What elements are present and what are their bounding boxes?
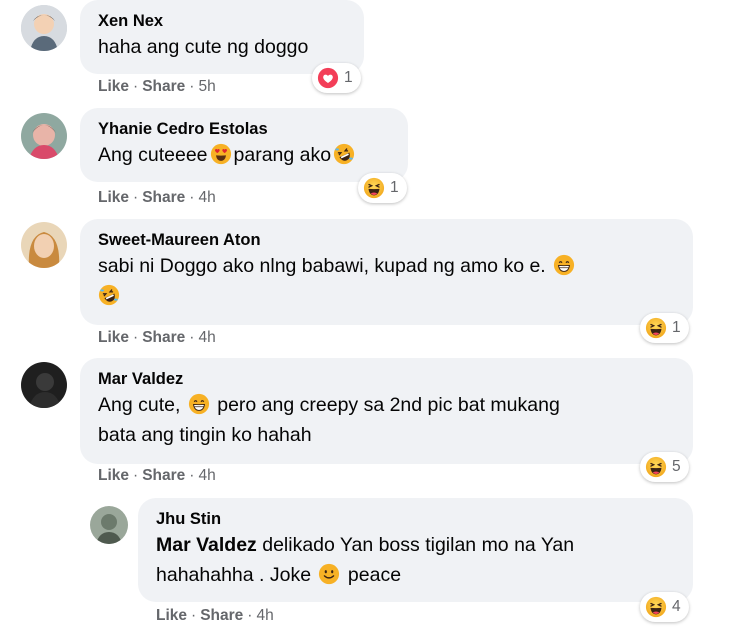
reaction-count: 1 [344, 69, 353, 86]
share-button[interactable]: Share [142, 189, 185, 206]
reaction-count: 5 [672, 458, 681, 475]
avatar[interactable] [21, 362, 67, 408]
separator: · [189, 189, 195, 206]
comment-author[interactable]: Mar Valdez [98, 368, 677, 390]
avatar[interactable] [90, 506, 128, 544]
separator: · [189, 329, 195, 346]
rofl-emoji-icon [98, 284, 120, 306]
comment-author[interactable]: Xen Nex [98, 10, 348, 32]
timestamp[interactable]: 4h [256, 607, 273, 624]
heart-eyes-emoji-icon [210, 143, 232, 165]
text-segment: hahahahha . Joke [156, 564, 312, 586]
like-button[interactable]: Like [156, 607, 187, 624]
avatar-image-icon [21, 222, 67, 268]
comment-author[interactable]: Yhanie Cedro Estolas [98, 118, 392, 140]
avatar[interactable] [21, 222, 67, 268]
haha-icon [645, 596, 667, 618]
reaction-count: 1 [672, 319, 681, 336]
rofl-emoji-icon [333, 143, 355, 165]
comment-bubble: Mar Valdez Ang cute, pero ang creepy sa … [80, 358, 693, 464]
timestamp[interactable]: 4h [198, 467, 215, 484]
separator: · [247, 607, 253, 624]
comment-actions: Like · Share · 5h [98, 78, 216, 96]
comment-bubble: Yhanie Cedro Estolas Ang cuteeee parang a… [80, 108, 408, 182]
separator: · [191, 607, 197, 624]
comment-text: Ang cuteeee parang ako [98, 140, 392, 170]
reply-bubble: Jhu Stin Mar Valdez delikado Yan boss ti… [138, 498, 693, 602]
text-segment: pero ang creepy sa 2nd pic bat mukang [217, 394, 560, 416]
comment-text: Ang cute, pero ang creepy sa 2nd pic bat… [98, 390, 677, 450]
haha-icon [645, 317, 667, 339]
text-segment: peace [347, 564, 402, 586]
separator: · [133, 189, 139, 206]
share-button[interactable]: Share [142, 329, 185, 346]
comment-text: haha ang cute ng doggo [98, 36, 309, 58]
timestamp[interactable]: 5h [198, 78, 215, 95]
separator: · [189, 78, 195, 95]
separator: · [133, 329, 139, 346]
text-segment: bata ang tingin ko hahah [98, 424, 312, 446]
comment-text: sabi ni Doggo ako nlng babawi, kupad ng … [98, 251, 677, 311]
comment-author[interactable]: Sweet-Maureen Aton [98, 229, 677, 251]
share-button[interactable]: Share [200, 607, 243, 624]
reaction-badge[interactable]: 4 [640, 592, 689, 622]
like-button[interactable]: Like [98, 78, 129, 95]
like-button[interactable]: Like [98, 189, 129, 206]
mention-link[interactable]: Mar Valdez [156, 534, 257, 556]
separator: · [189, 467, 195, 484]
text-segment: Ang cuteeee [98, 144, 208, 166]
separator: · [133, 78, 139, 95]
avatar[interactable] [21, 5, 67, 51]
like-button[interactable]: Like [98, 329, 129, 346]
reply-actions: Like · Share · 4h [156, 607, 274, 625]
text-segment: Ang cute, [98, 394, 181, 416]
grin-sweat-emoji-icon [553, 254, 575, 276]
avatar-image-icon [21, 5, 67, 51]
reaction-badge[interactable]: 1 [312, 63, 361, 93]
comment-actions: Like · Share · 4h [98, 189, 216, 207]
share-button[interactable]: Share [142, 467, 185, 484]
reply-author[interactable]: Jhu Stin [156, 508, 677, 530]
text-segment: delikado Yan boss tigilan mo na Yan [262, 534, 575, 556]
reaction-badge[interactable]: 1 [640, 313, 689, 343]
text-segment: parang ako [233, 144, 332, 166]
avatar-image-icon [90, 506, 128, 544]
reaction-badge[interactable]: 5 [640, 452, 689, 482]
avatar-image-icon [21, 113, 67, 159]
reaction-badge[interactable]: 1 [358, 173, 407, 203]
avatar-image-icon [21, 362, 67, 408]
comment-actions: Like · Share · 4h [98, 329, 216, 347]
haha-icon [645, 456, 667, 478]
reply-text: Mar Valdez delikado Yan boss tigilan mo … [156, 530, 677, 590]
share-button[interactable]: Share [142, 78, 185, 95]
heart-icon [317, 67, 339, 89]
text-segment: sabi ni Doggo ako nlng babawi, kupad ng … [98, 255, 546, 277]
haha-icon [363, 177, 385, 199]
separator: · [133, 467, 139, 484]
grin-sweat-emoji-icon [188, 393, 210, 415]
like-button[interactable]: Like [98, 467, 129, 484]
reaction-count: 1 [390, 179, 399, 196]
comment-actions: Like · Share · 4h [98, 467, 216, 485]
smile-emoji-icon [318, 563, 340, 585]
timestamp[interactable]: 4h [198, 329, 215, 346]
reaction-count: 4 [672, 598, 681, 615]
avatar[interactable] [21, 113, 67, 159]
timestamp[interactable]: 4h [198, 189, 215, 206]
comment-bubble: Sweet-Maureen Aton sabi ni Doggo ako nln… [80, 219, 693, 325]
